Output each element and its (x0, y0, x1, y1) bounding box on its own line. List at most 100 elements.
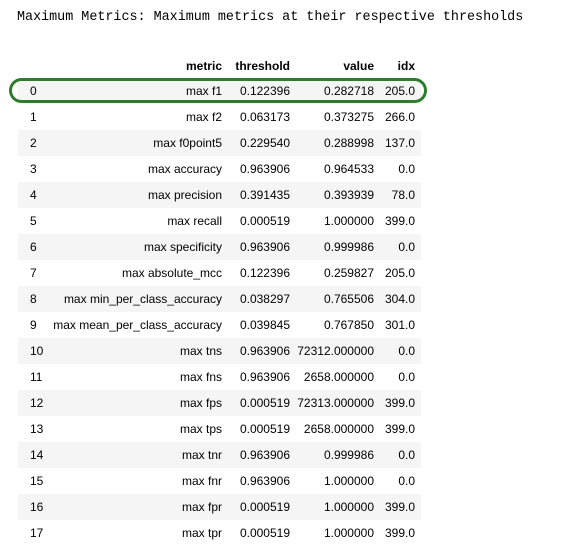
table-row: 0 max f1 0.122396 0.282718 205.0 (18, 78, 421, 104)
table-row: 6 max specificity 0.963906 0.999986 0.0 (18, 234, 421, 260)
threshold-cell: 0.000519 (239, 396, 290, 410)
idx-cell: 0.0 (398, 162, 415, 176)
row-index-cell: 16 (30, 500, 44, 514)
threshold-cell: 0.038297 (239, 292, 290, 306)
metric-cell: max tns (179, 344, 222, 358)
row-index-cell: 11 (30, 370, 43, 384)
value-cell: 0.393939 (323, 188, 374, 202)
threshold-cell: 0.039845 (239, 318, 290, 332)
metric-cell: max accuracy (147, 162, 222, 176)
table-row: 2 max f0point5 0.229540 0.288998 137.0 (18, 130, 421, 156)
threshold-cell: 0.963906 (239, 240, 290, 254)
idx-cell: 399.0 (384, 422, 415, 436)
table-row: 8 max min_per_class_accuracy 0.038297 0.765… (18, 286, 421, 312)
idx-cell: 0.0 (398, 370, 415, 384)
row-index-cell: 15 (30, 474, 44, 488)
metric-cell: max mean_per_class_accuracy (53, 318, 222, 332)
value-cell: 0.964533 (323, 162, 374, 176)
threshold-cell: 0.122396 (239, 266, 290, 280)
table-row: 17 max tpr 0.000519 1.000000 399.0 (18, 520, 421, 546)
value-cell: 1.000000 (323, 474, 374, 488)
output-heading: Maximum Metrics: Maximum metrics at thei… (17, 10, 524, 25)
idx-cell: 301.0 (384, 318, 415, 332)
idx-cell: 399.0 (384, 500, 415, 514)
table-body: 0 max f1 0.122396 0.282718 205.0 1 max f2 0.063… (18, 78, 421, 546)
table-row: 13 max tps 0.000519 2658.000000 399.0 (18, 416, 421, 442)
idx-cell: 0.0 (398, 448, 415, 462)
metric-cell: max recall (167, 214, 222, 228)
row-index-cell: 12 (30, 396, 44, 410)
idx-cell: 399.0 (384, 526, 415, 540)
metric-cell: max f1 (185, 84, 222, 98)
value-cell: 2658.000000 (303, 422, 374, 436)
table-header: metric threshold value idx (18, 54, 421, 78)
metric-cell: max precision (147, 188, 222, 202)
value-cell: 1.000000 (323, 214, 374, 228)
row-index-cell: 6 (30, 240, 37, 254)
metric-cell: max fps (179, 396, 222, 410)
idx-cell: 205.0 (384, 266, 415, 280)
metric-cell: max fnr (181, 474, 222, 488)
row-index-cell: 1 (30, 110, 37, 124)
metric-cell: max min_per_class_accuracy (63, 292, 222, 306)
idx-cell: 304.0 (384, 292, 415, 306)
column-header-metric: metric (185, 59, 222, 73)
idx-cell: 137.0 (384, 136, 415, 150)
row-index-cell: 14 (30, 448, 44, 462)
row-index-cell: 0 (30, 84, 37, 98)
row-index-cell: 10 (30, 344, 44, 358)
row-index-cell: 13 (30, 422, 44, 436)
value-cell: 72313.000000 (297, 396, 374, 410)
table-row: 7 max absolute_mcc 0.122396 0.259827 205.0 (18, 260, 421, 286)
row-index-cell: 5 (30, 214, 37, 228)
metric-cell: max tps (179, 422, 222, 436)
idx-cell: 0.0 (398, 240, 415, 254)
threshold-cell: 0.963906 (239, 344, 290, 358)
idx-cell: 0.0 (398, 474, 415, 488)
value-cell: 0.373275 (323, 110, 374, 124)
threshold-cell: 0.229540 (239, 136, 290, 150)
idx-cell: 266.0 (384, 110, 415, 124)
column-header-index (18, 54, 48, 78)
threshold-cell: 0.391435 (239, 188, 290, 202)
value-cell: 0.288998 (323, 136, 374, 150)
table-row: 14 max tnr 0.963906 0.999986 0.0 (18, 442, 421, 468)
column-header-value: value (343, 59, 374, 73)
table-row: 1 max f2 0.063173 0.373275 266.0 (18, 104, 421, 130)
table-row: 9 max mean_per_class_accuracy 0.039845 0.76… (18, 312, 421, 338)
idx-cell: 0.0 (398, 344, 415, 358)
metric-cell: max f2 (185, 110, 222, 124)
metric-cell: max tpr (181, 526, 222, 540)
table-row: 15 max fnr 0.963906 1.000000 0.0 (18, 468, 421, 494)
row-index-cell: 3 (30, 162, 37, 176)
threshold-cell: 0.000519 (239, 526, 290, 540)
value-cell: 2658.000000 (303, 370, 374, 384)
metric-cell: max f0point5 (153, 136, 222, 150)
idx-cell: 205.0 (384, 84, 415, 98)
value-cell: 0.767850 (323, 318, 374, 332)
column-header-threshold: threshold (235, 59, 290, 73)
row-index-cell: 4 (30, 188, 37, 202)
value-cell: 1.000000 (323, 500, 374, 514)
row-index-cell: 7 (30, 266, 37, 280)
row-index-cell: 9 (30, 318, 37, 332)
threshold-cell: 0.122396 (239, 84, 290, 98)
row-index-cell: 8 (30, 292, 37, 306)
table-row: 5 max recall 0.000519 1.000000 399.0 (18, 208, 421, 234)
value-cell: 0.282718 (323, 84, 374, 98)
metric-cell: max fns (179, 370, 222, 384)
value-cell: 0.259827 (323, 266, 374, 280)
value-cell: 0.765506 (323, 292, 374, 306)
threshold-cell: 0.000519 (239, 214, 290, 228)
table-row: 16 max fpr 0.000519 1.000000 399.0 (18, 494, 421, 520)
threshold-cell: 0.963906 (239, 370, 290, 384)
value-cell: 72312.000000 (297, 344, 374, 358)
threshold-cell: 0.063173 (239, 110, 290, 124)
metric-cell: max fpr (181, 500, 222, 514)
threshold-cell: 0.000519 (239, 500, 290, 514)
metric-cell: max absolute_mcc (121, 266, 222, 280)
table-row: 4 max precision 0.391435 0.393939 78.0 (18, 182, 421, 208)
row-index-cell: 17 (30, 526, 44, 540)
threshold-cell: 0.963906 (239, 474, 290, 488)
table-row: 3 max accuracy 0.963906 0.964533 0.0 (18, 156, 421, 182)
